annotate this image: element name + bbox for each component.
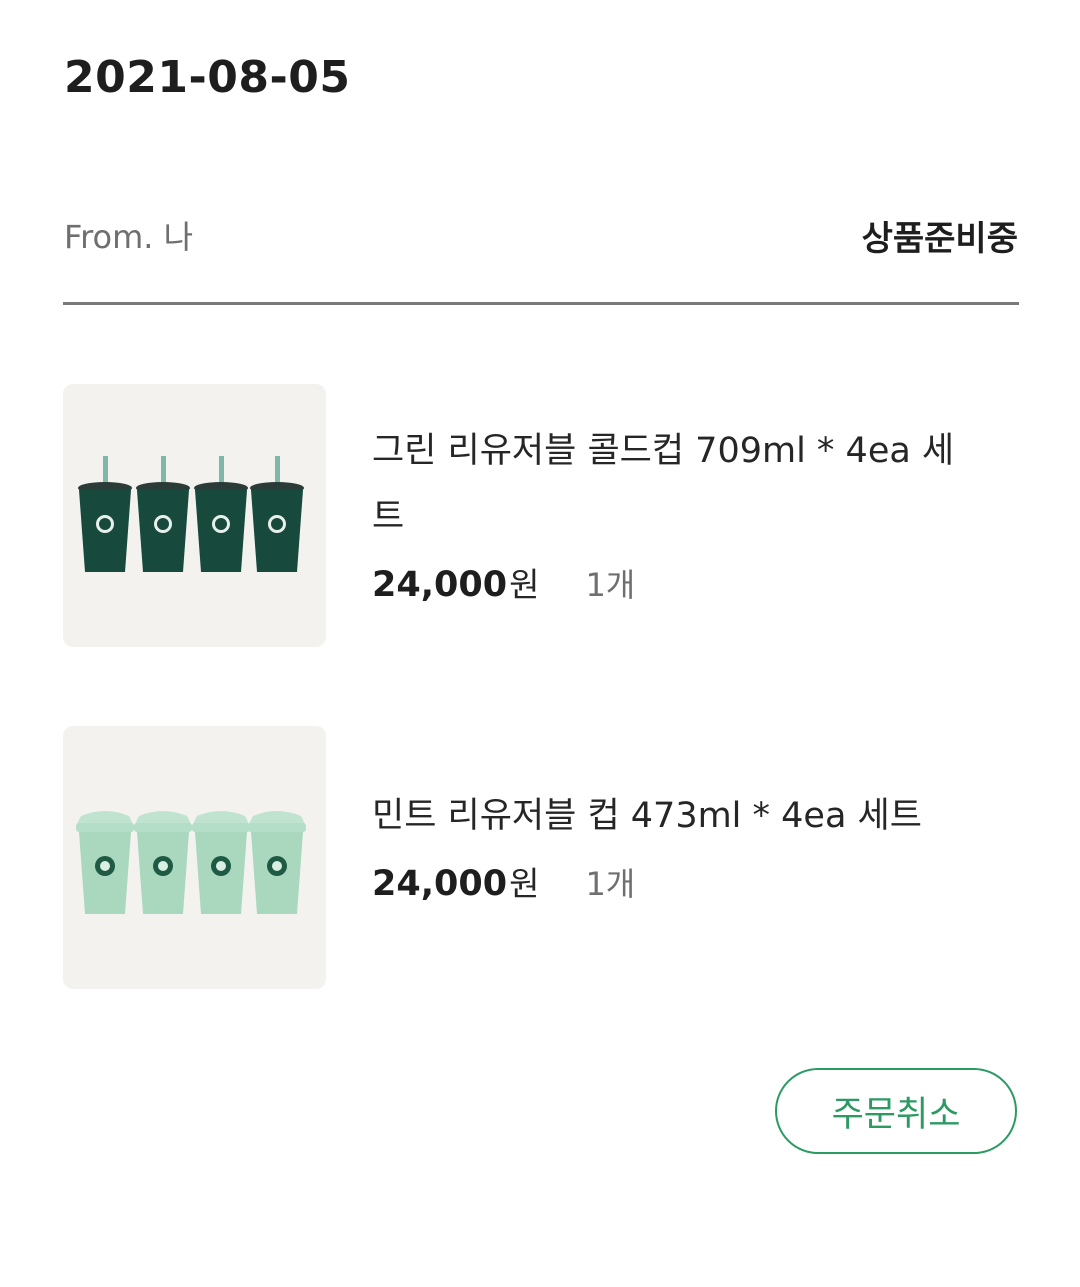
price-row: 24,000 원 1개 (372, 857, 1019, 905)
order-header-row: From. 나 상품준비중 (64, 205, 1018, 265)
product-quantity: 1개 (585, 566, 636, 604)
product-name: 민트 리유저블 컵 473ml * 4ea 세트 (372, 796, 922, 836)
product-price: 24,000 (372, 565, 508, 605)
product-item[interactable]: 그린 리유저블 콜드컵 709ml * 4ea 세트 24,000 원 1개 (63, 384, 1019, 647)
green-cold-cups-icon (78, 456, 304, 572)
product-quantity: 1개 (585, 865, 636, 903)
price-row: 24,000 원 1개 (372, 558, 1019, 606)
currency-unit: 원 (509, 565, 540, 604)
header-divider (63, 302, 1019, 305)
order-date: 2021-08-05 (64, 52, 351, 103)
product-info: 그린 리유저블 콜드컵 709ml * 4ea 세트 24,000 원 1개 (372, 418, 1019, 606)
product-price: 24,000 (372, 864, 508, 904)
order-status: 상품준비중 (861, 218, 1018, 259)
product-thumbnail[interactable] (63, 726, 326, 989)
cancel-order-button[interactable]: 주문취소 (775, 1068, 1017, 1154)
currency-unit: 원 (509, 864, 540, 903)
sender-label: From. 나 (64, 218, 194, 256)
product-item[interactable]: 민트 리유저블 컵 473ml * 4ea 세트 24,000 원 1개 (63, 726, 1019, 989)
product-name: 그린 리유저블 콜드컵 709ml * 4ea 세트 (372, 431, 955, 537)
product-info: 민트 리유저블 컵 473ml * 4ea 세트 24,000 원 1개 (372, 783, 1019, 905)
product-thumbnail[interactable] (63, 384, 326, 647)
mint-cups-icon (76, 811, 306, 914)
